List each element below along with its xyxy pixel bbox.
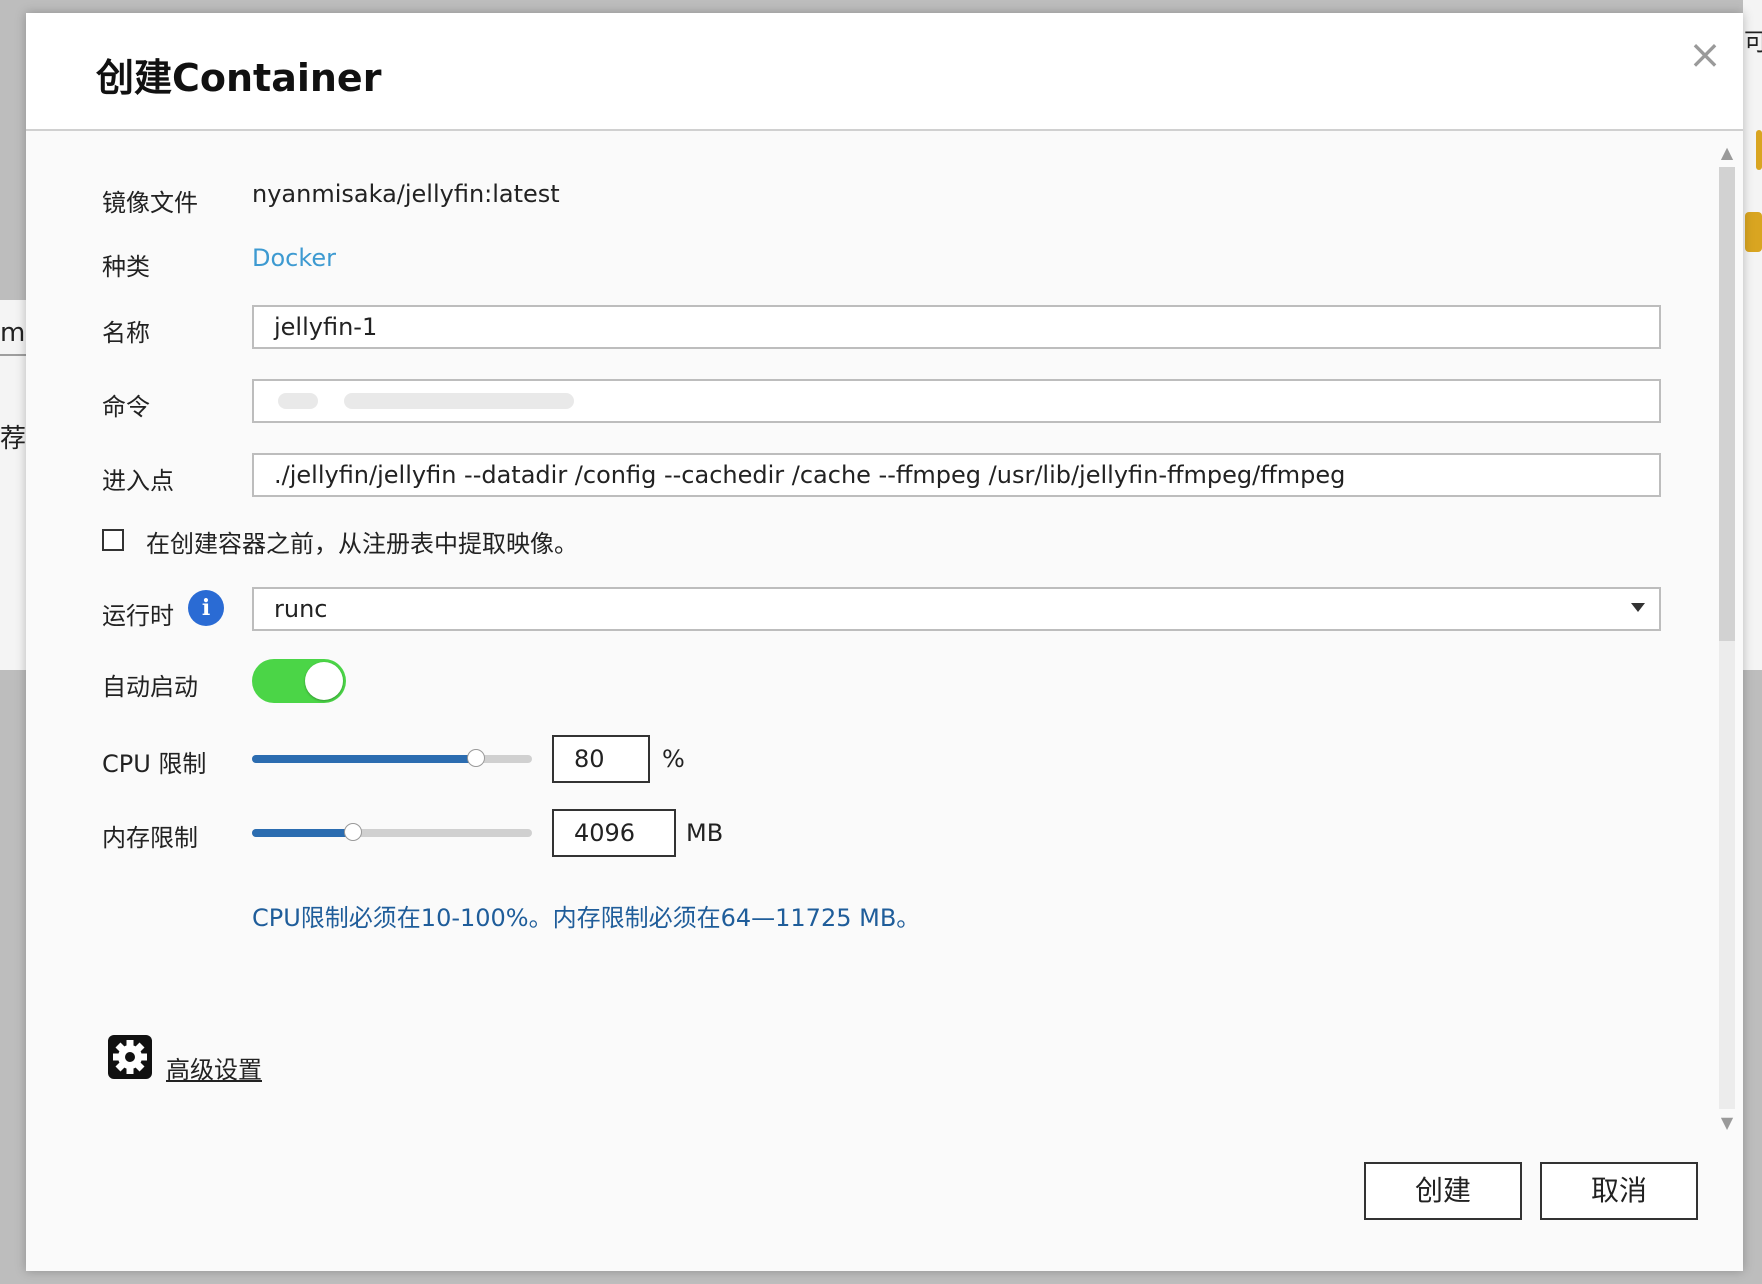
redacted-text — [344, 393, 574, 409]
runtime-select[interactable]: runc — [252, 587, 1661, 631]
background-badge — [1745, 212, 1762, 252]
redacted-text — [278, 393, 318, 409]
background-panel-right — [1743, 0, 1762, 670]
memory-limit-slider[interactable] — [252, 823, 532, 841]
memory-limit-unit: MB — [686, 819, 724, 847]
limit-hint: CPU限制必须在10-100%。内存限制必须在64—11725 MB。 — [252, 904, 921, 932]
dialog-header: 创建Container — [26, 13, 1743, 131]
command-input[interactable] — [252, 379, 1661, 423]
image-label: 镜像文件 — [102, 189, 198, 217]
entrypoint-label: 进入点 — [102, 467, 174, 495]
background-text-fragment: 可 — [1744, 28, 1762, 56]
gear-icon[interactable] — [108, 1035, 152, 1079]
scroll-down-icon[interactable]: ▼ — [1717, 1113, 1737, 1133]
name-label: 名称 — [102, 319, 150, 347]
chevron-down-icon — [1631, 603, 1645, 612]
slider-fill — [252, 755, 476, 763]
cancel-button[interactable]: 取消 — [1540, 1162, 1698, 1220]
memory-limit-label: 内存限制 — [102, 824, 198, 852]
slider-handle[interactable] — [467, 749, 485, 767]
scrollbar-thumb[interactable] — [1719, 167, 1735, 641]
type-value: Docker — [252, 244, 337, 272]
entrypoint-input[interactable]: ./jellyfin/jellyfin --datadir /config --… — [252, 453, 1661, 497]
image-value: nyanmisaka/jellyfin:latest — [252, 180, 560, 208]
slider-handle[interactable] — [343, 823, 362, 841]
background-text-fragment: 荐 — [0, 424, 27, 454]
runtime-selected-value: runc — [274, 595, 328, 623]
scroll-up-icon[interactable]: ▲ — [1717, 143, 1737, 163]
runtime-label: 运行时 — [102, 602, 174, 630]
slider-fill — [252, 829, 353, 837]
background-badge — [1756, 130, 1762, 170]
command-label: 命令 — [102, 393, 150, 421]
info-icon[interactable]: i — [188, 590, 224, 626]
toggle-knob — [305, 662, 343, 700]
create-container-dialog: 创建Container × ▲ ▼ 镜像文件 nyanmisaka/jellyf… — [26, 13, 1743, 1271]
create-button[interactable]: 创建 — [1364, 1162, 1522, 1220]
vertical-scrollbar[interactable]: ▲ ▼ — [1715, 143, 1737, 1133]
background-divider — [0, 354, 26, 356]
cpu-limit-unit: % — [662, 745, 685, 773]
pull-image-label: 在创建容器之前，从注册表中提取映像。 — [146, 530, 578, 558]
pull-image-checkbox[interactable] — [102, 529, 124, 551]
advanced-settings-link[interactable]: 高级设置 — [166, 1050, 262, 1085]
type-label: 种类 — [102, 253, 150, 281]
cpu-limit-label: CPU 限制 — [102, 750, 207, 778]
name-input[interactable]: jellyfin-1 — [252, 305, 1661, 349]
autostart-toggle[interactable] — [252, 659, 346, 703]
close-button[interactable]: × — [1685, 35, 1725, 75]
autostart-label: 自动启动 — [102, 673, 198, 701]
cpu-limit-input[interactable]: 80 — [552, 735, 650, 783]
dialog-title: 创建Container — [96, 56, 382, 100]
cpu-limit-slider[interactable] — [252, 749, 532, 767]
memory-limit-input[interactable]: 4096 — [552, 809, 676, 857]
